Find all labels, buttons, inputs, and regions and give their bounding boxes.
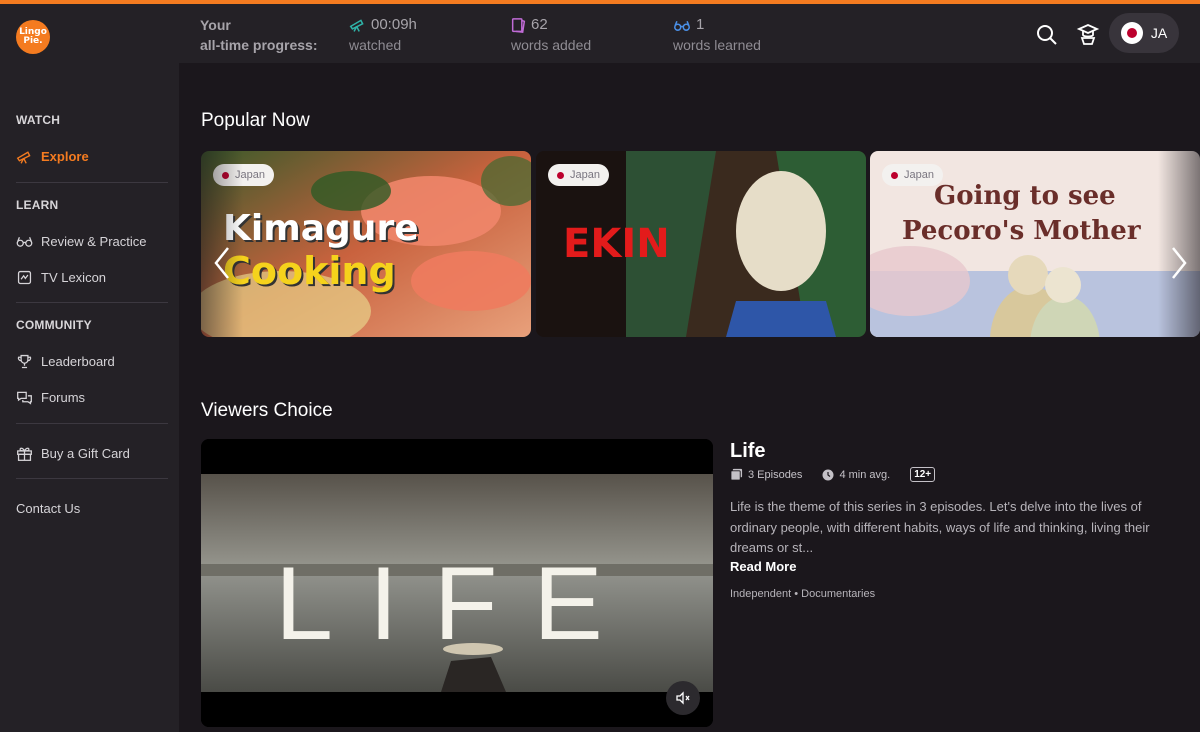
sidebar-item-label: Leaderboard: [41, 354, 115, 369]
section-title-popular: Popular Now: [201, 110, 310, 131]
show-meta: 3 Episodes 4 min avg. 12+: [730, 467, 936, 482]
language-selector[interactable]: JA: [1109, 13, 1179, 53]
sidebar-item-review[interactable]: Review & Practice: [16, 233, 146, 250]
show-card-pecoro[interactable]: Japan Going to see Pecoro's Mother: [870, 151, 1200, 337]
graduation-icon[interactable]: [1076, 23, 1100, 47]
contact-us-link[interactable]: Contact Us: [16, 501, 80, 516]
chat-icon: [17, 391, 32, 405]
read-more-link[interactable]: Read More: [730, 559, 796, 574]
section-watch: WATCH: [16, 113, 61, 127]
country-badge: Japan: [548, 164, 609, 186]
telescope-icon: [349, 18, 364, 32]
stat-watched: 00:09h watched: [349, 16, 417, 53]
japan-flag-icon: [1120, 22, 1143, 44]
stat-words-added: 62 words added: [511, 16, 592, 53]
sidebar-item-label: Explore: [41, 149, 89, 164]
section-learn: LEARN: [16, 198, 59, 212]
sidebar-item-label: Forums: [41, 390, 86, 405]
carousel-prev-button[interactable]: [201, 151, 243, 375]
japan-flag-icon: [557, 171, 564, 179]
glasses-icon: [16, 237, 33, 247]
sidebar-item-label: Review & Practice: [41, 234, 147, 249]
show-genres: Independent • Documentaries: [730, 588, 876, 600]
age-rating-badge: 12+: [910, 467, 936, 482]
card-title: Going to see: [934, 181, 1116, 211]
search-icon[interactable]: [1035, 23, 1059, 47]
clock-icon: [822, 469, 834, 480]
svg-text:LIFE: LIFE: [275, 546, 639, 662]
show-description: Life is the theme of this series in 3 ep…: [730, 499, 1150, 555]
sidebar-item-explore[interactable]: Explore: [16, 148, 89, 165]
gift-icon: [17, 447, 32, 461]
trophy-icon: [17, 354, 32, 369]
lexicon-icon: [17, 270, 32, 285]
divider: [16, 423, 168, 424]
sidebar: Lingo Pie. WATCH Explore LEARN Review & P…: [0, 4, 179, 732]
card-title: EKIN: [563, 221, 670, 267]
section-title-viewers-choice: Viewers Choice: [201, 400, 333, 421]
sidebar-item-lexicon[interactable]: TV Lexicon: [16, 269, 106, 286]
mute-button[interactable]: [666, 681, 700, 715]
telescope-icon: [16, 151, 31, 164]
speaker-muted-icon: [676, 691, 690, 705]
japan-flag-icon: [891, 171, 898, 179]
divider: [16, 302, 168, 303]
episodes-icon: [730, 468, 743, 481]
episodes-count: 3 Episodes: [748, 468, 803, 481]
card-subtitle: Pecoro's Mother: [902, 216, 1141, 246]
video-player[interactable]: LIFE: [201, 439, 713, 727]
divider: [16, 478, 168, 479]
card-title: Kimagure: [223, 208, 419, 249]
video-frame: LIFE: [201, 439, 713, 727]
sidebar-item-label: Buy a Gift Card: [41, 446, 130, 461]
header: Your all-time progress: 00:09h watched 6…: [179, 4, 1200, 63]
card-subtitle: Cooking: [223, 249, 396, 293]
stat-words-learned: 1 words learned: [673, 16, 761, 53]
glasses-icon: [674, 20, 690, 31]
sidebar-item-leaderboard[interactable]: Leaderboard: [16, 353, 115, 370]
sidebar-item-gift-card[interactable]: Buy a Gift Card: [16, 445, 130, 462]
episode-duration: 4 min avg.: [839, 468, 891, 481]
sidebar-item-forums[interactable]: Forums: [16, 389, 85, 406]
card-icon: [511, 17, 526, 33]
show-title: Life: [730, 440, 766, 462]
logo[interactable]: Lingo Pie.: [16, 20, 50, 54]
chevron-right-icon: [1172, 247, 1187, 279]
progress-label: Your all-time progress:: [200, 17, 318, 53]
chevron-left-icon: [214, 247, 229, 279]
sidebar-item-label: TV Lexicon: [41, 270, 107, 285]
carousel-next-button[interactable]: [1158, 151, 1200, 375]
divider: [16, 182, 168, 183]
show-card-kimagure[interactable]: Japan Kimagure Cooking: [201, 151, 531, 337]
section-community: COMMUNITY: [16, 318, 92, 332]
show-card-ekin[interactable]: Japan EKIN: [536, 151, 866, 337]
